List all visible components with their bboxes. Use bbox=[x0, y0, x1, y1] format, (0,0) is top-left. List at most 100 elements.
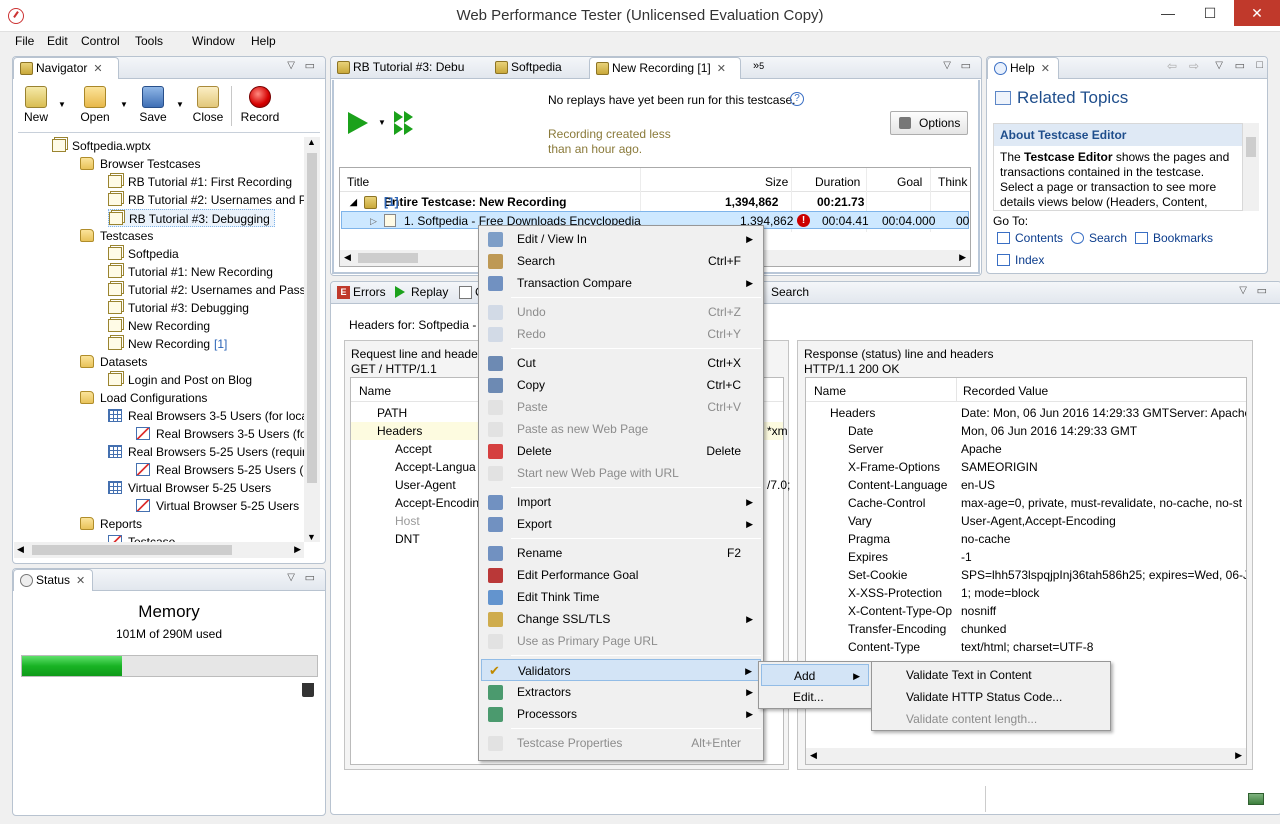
search-link[interactable]: Search bbox=[1071, 231, 1127, 245]
menu-control[interactable]: Control bbox=[81, 34, 120, 48]
menu-item-delete[interactable]: Delete Delete bbox=[481, 440, 761, 462]
tree-item[interactable]: Softpedia.wptx bbox=[52, 137, 151, 155]
table-row[interactable]: Expires -1 bbox=[806, 548, 1246, 566]
close-file-button[interactable]: Close bbox=[190, 86, 226, 124]
menu-item-edit-think-time[interactable]: Edit Think Time bbox=[481, 586, 761, 608]
bookmarks-link[interactable]: Bookmarks bbox=[1135, 231, 1213, 245]
submenu-item-add[interactable]: Add ▶ bbox=[761, 664, 869, 686]
tree-item[interactable]: Tutorial #3: Debugging bbox=[108, 299, 249, 317]
menu-item-transaction-compare[interactable]: Transaction Compare ▶ bbox=[481, 272, 761, 294]
close-icon[interactable]: ✕ bbox=[1041, 63, 1050, 75]
play-icon[interactable] bbox=[348, 112, 368, 134]
tab-new-recording-1[interactable]: New Recording [1] ✕ bbox=[589, 57, 741, 79]
tree-item[interactable]: RB Tutorial #3: Debugging bbox=[108, 209, 275, 227]
tree-item[interactable]: Tutorial #1: New Recording bbox=[108, 263, 273, 281]
back-icon[interactable]: ⇦ bbox=[1167, 59, 1177, 73]
tree-item[interactable]: New Recording [1] bbox=[108, 335, 227, 353]
tree-item[interactable]: Virtual Browser 5-25 Users bbox=[136, 497, 299, 515]
maximize-view-icon[interactable]: ▭ bbox=[961, 59, 971, 72]
tree-item[interactable]: Real Browsers 3-5 Users (fo bbox=[136, 425, 304, 443]
save-dropdown-icon[interactable]: ▼ bbox=[176, 100, 184, 109]
menu-item-processors[interactable]: Processors ▶ bbox=[481, 703, 761, 725]
menu-item-copy[interactable]: Copy Ctrl+C bbox=[481, 374, 761, 396]
tree-item[interactable]: Real Browsers 5-25 Users (r bbox=[136, 461, 304, 479]
table-row[interactable]: Set-Cookie SPS=lhh573lspqjpInj36tah586h25… bbox=[806, 566, 1246, 584]
col-goal[interactable]: Goal bbox=[897, 175, 922, 189]
col-name[interactable]: Name bbox=[814, 384, 846, 398]
tree-vertical-scrollbar[interactable]: ▲ ▼ bbox=[304, 137, 320, 542]
tab-errors[interactable]: E Errors bbox=[331, 282, 387, 304]
help-icon[interactable]: ? bbox=[790, 92, 804, 106]
maximize-button[interactable]: ☐ bbox=[1190, 0, 1230, 26]
menu-item-search[interactable]: Search Ctrl+F bbox=[481, 250, 761, 272]
fast-replay-icon[interactable] bbox=[394, 111, 418, 135]
close-icon[interactable]: ✕ bbox=[76, 575, 85, 587]
tree-item[interactable]: Datasets bbox=[80, 353, 147, 371]
table-row[interactable]: Vary User-Agent,Accept-Encoding bbox=[806, 512, 1246, 530]
menu-item-cut[interactable]: Cut Ctrl+X bbox=[481, 352, 761, 374]
forward-icon[interactable]: ⇨ bbox=[1189, 59, 1199, 73]
about-testcase-editor-title[interactable]: About Testcase Editor bbox=[994, 124, 1242, 146]
minimize-view-icon[interactable]: ▭ bbox=[1257, 284, 1267, 297]
menu-edit[interactable]: Edit bbox=[47, 34, 68, 48]
menu-window[interactable]: Window bbox=[192, 34, 235, 48]
view-menu-icon[interactable]: ▽ bbox=[943, 60, 951, 71]
new-button[interactable]: New bbox=[18, 86, 54, 124]
table-row[interactable]: Date Mon, 06 Jun 2016 14:29:33 GMT bbox=[806, 422, 1246, 440]
minimize-button[interactable]: — bbox=[1148, 0, 1188, 26]
table-row[interactable]: Content-Type text/html; charset=UTF-8 bbox=[806, 638, 1246, 656]
tree-item[interactable]: Load Configurations bbox=[80, 389, 207, 407]
tree-item[interactable]: Softpedia bbox=[108, 245, 179, 263]
options-button[interactable]: Options bbox=[890, 111, 968, 135]
new-dropdown-icon[interactable]: ▼ bbox=[58, 100, 66, 109]
tree-horizontal-scrollbar[interactable]: ◀ ▶ bbox=[14, 542, 304, 558]
tree-item[interactable]: Tutorial #2: Usernames and Pass bbox=[108, 281, 304, 299]
col-name[interactable]: Name bbox=[359, 384, 391, 398]
record-button[interactable]: Record bbox=[238, 86, 282, 124]
index-link[interactable]: Index bbox=[997, 253, 1044, 267]
close-button[interactable]: ✕ bbox=[1234, 0, 1280, 26]
tab-status[interactable]: Status ✕ bbox=[13, 569, 93, 591]
table-row[interactable]: Pragma no-cache bbox=[806, 530, 1246, 548]
progress-view-icon[interactable] bbox=[1248, 793, 1264, 805]
tab-navigator[interactable]: Navigator ✕ bbox=[13, 57, 119, 79]
navigator-tree[interactable]: Softpedia.wptx Browser Testcases RB Tutori… bbox=[14, 137, 304, 542]
tree-item[interactable]: Virtual Browser 5-25 Users bbox=[108, 479, 271, 497]
menu-file[interactable]: File bbox=[15, 34, 34, 48]
view-menu-icon[interactable]: ▽ bbox=[1239, 285, 1247, 296]
menu-tools[interactable]: Tools bbox=[135, 34, 163, 48]
table-row[interactable]: Server Apache bbox=[806, 440, 1246, 458]
submenu-item-edit[interactable]: Edit... bbox=[761, 686, 869, 708]
table-row[interactable]: X-Frame-Options SAMEORIGIN bbox=[806, 458, 1246, 476]
tab-softpedia[interactable]: Softpedia bbox=[489, 57, 589, 79]
tree-item[interactable]: New Recording bbox=[108, 317, 210, 335]
menu-item-extractors[interactable]: Extractors ▶ bbox=[481, 681, 761, 703]
menu-item-validators[interactable]: ✔ Validators ▶ bbox=[481, 659, 761, 681]
submenu-item-validate-1[interactable]: Validate HTTP Status Code... bbox=[874, 686, 1108, 708]
maximize-view-icon[interactable]: □ bbox=[1256, 59, 1263, 71]
table-row[interactable]: Transfer-Encoding chunked bbox=[806, 620, 1246, 638]
tree-item[interactable]: Real Browsers 3-5 Users (for loca bbox=[108, 407, 304, 425]
table-row[interactable]: Content-Language en-US bbox=[806, 476, 1246, 494]
tab-rb-tutorial-3[interactable]: RB Tutorial #3: Debu bbox=[331, 57, 481, 79]
tree-item[interactable]: Browser Testcases bbox=[80, 155, 200, 173]
close-icon[interactable]: ✕ bbox=[93, 63, 102, 75]
menu-item-change-ssl-tls[interactable]: Change SSL/TLS ▶ bbox=[481, 608, 761, 630]
tree-item[interactable]: Reports bbox=[80, 515, 142, 533]
view-menu-icon[interactable]: ▽ bbox=[287, 572, 295, 583]
view-menu-icon[interactable]: ▽ bbox=[1215, 60, 1223, 71]
tree-item[interactable]: Testcases bbox=[80, 227, 153, 245]
help-scrollbar[interactable] bbox=[1243, 123, 1259, 211]
response-horizontal-scrollbar[interactable]: ◀ ▶ bbox=[806, 748, 1246, 764]
col-duration[interactable]: Duration bbox=[815, 175, 860, 189]
tree-item[interactable]: RB Tutorial #1: First Recording bbox=[108, 173, 292, 191]
table-row[interactable]: Cache-Control max-age=0, private, must-re… bbox=[806, 494, 1246, 512]
col-title[interactable]: Title bbox=[347, 175, 369, 189]
tab-replay[interactable]: Replay bbox=[389, 282, 451, 304]
table-row[interactable]: ◢ Entire Testcase: New Recording [1] 1,3… bbox=[340, 193, 970, 211]
table-row[interactable]: X-XSS-Protection 1; mode=block bbox=[806, 584, 1246, 602]
col-think[interactable]: Think bbox=[938, 175, 967, 189]
col-size[interactable]: Size bbox=[765, 175, 788, 189]
table-row[interactable]: X-Content-Type-Op nosniff bbox=[806, 602, 1246, 620]
minimize-view-icon[interactable]: ▭ bbox=[305, 571, 315, 584]
